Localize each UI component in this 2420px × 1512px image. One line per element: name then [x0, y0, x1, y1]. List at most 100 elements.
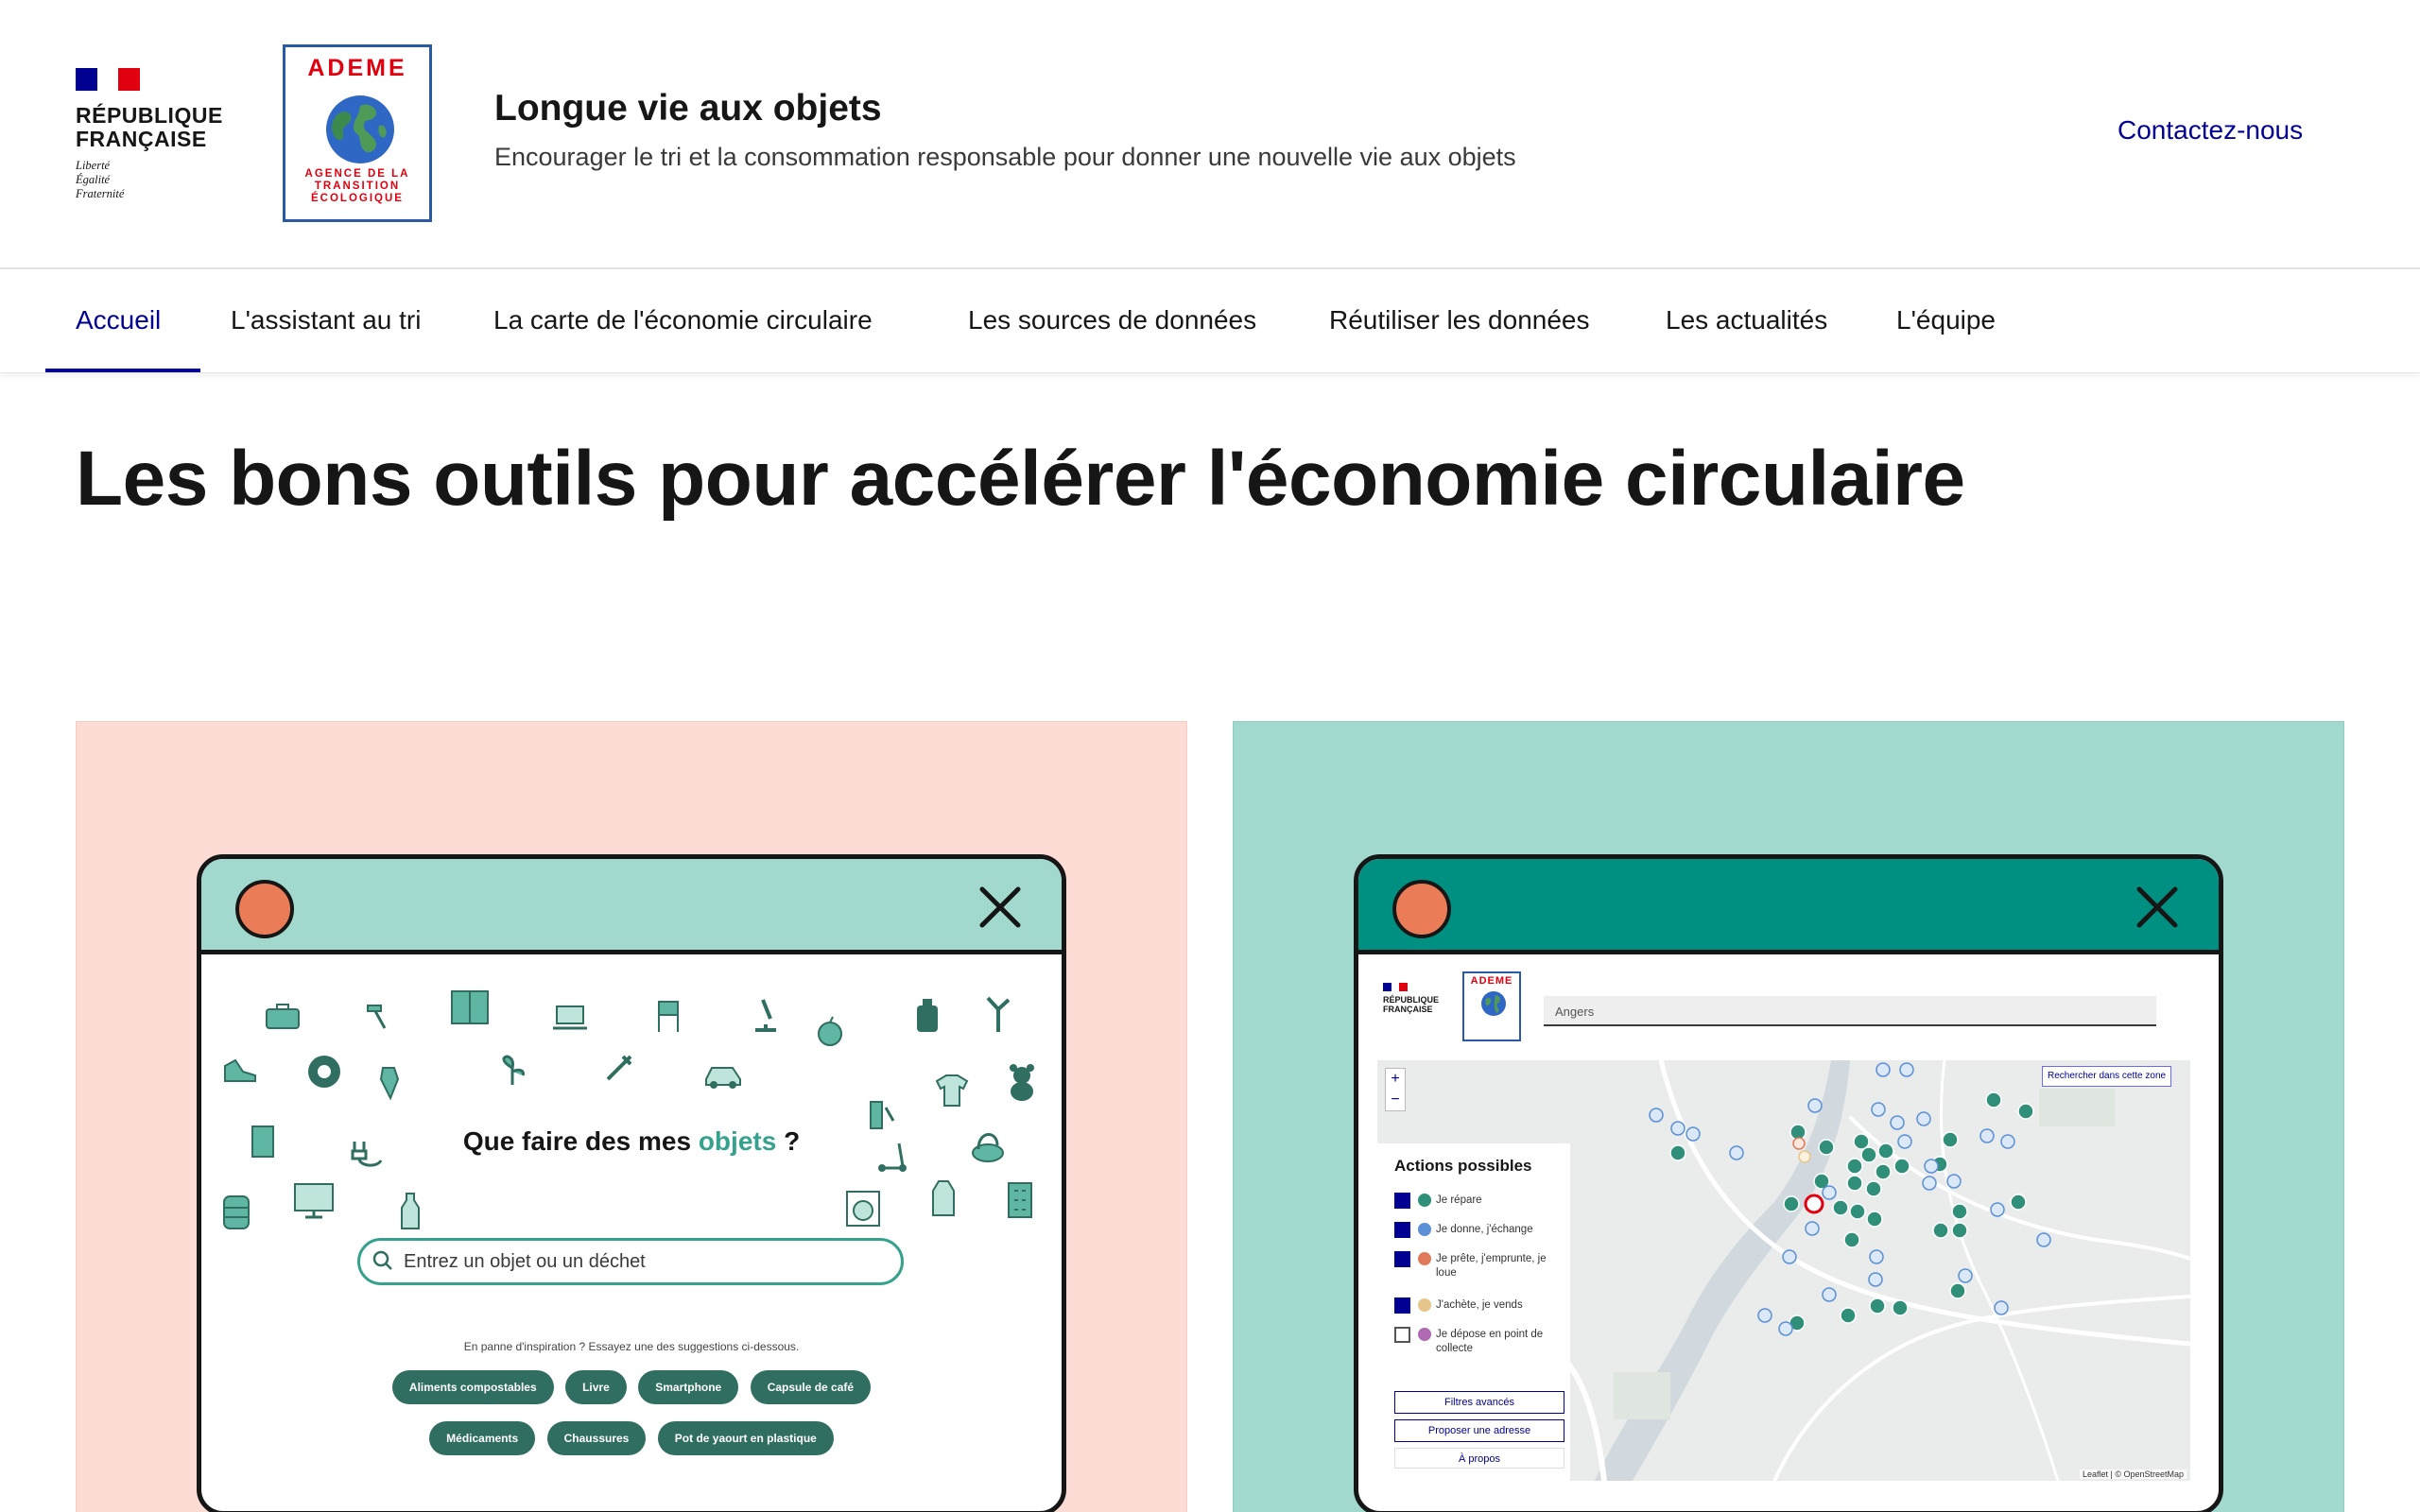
checkbox-checked-icon — [1394, 1251, 1410, 1267]
tire-icon — [308, 1056, 340, 1088]
map-zoom-control: + − — [1385, 1068, 1406, 1111]
map-attribution: Leaflet | © OpenStreetMap — [2079, 1469, 2187, 1479]
assistant-preview-body: Que faire des mes objets ? Entrez un obj… — [201, 954, 1062, 1511]
suggestions-row: Aliments compostables Livre Smartphone C… — [201, 1370, 1062, 1404]
building-icon — [1008, 1182, 1032, 1218]
apple-icon — [818, 1016, 842, 1046]
republique-motto: Liberté Égalité Fraternité — [76, 159, 125, 200]
chair-icon — [658, 1001, 679, 1032]
bottle-icon — [379, 1067, 400, 1101]
assistant-preview-heading: Que faire des mes objets ? — [462, 1126, 801, 1156]
site-tagline: Encourager le tri et la consommation res… — [494, 143, 1516, 171]
wardrobe-icon — [451, 990, 489, 1024]
suggestion-chip: Pot de yaourt en plastique — [657, 1421, 834, 1455]
site-header: RÉPUBLIQUE FRANÇAISE Liberté Égalité Fra… — [0, 0, 2420, 269]
about-link: À propos — [1394, 1448, 1564, 1469]
search-placeholder: Entrez un objet ou un déchet — [404, 1251, 646, 1272]
checkbox-unchecked-icon — [1394, 1327, 1410, 1343]
assistant-card[interactable]: Que faire des mes objets ? Entrez un obj… — [76, 721, 1187, 1512]
ademe-logo[interactable]: ADEME AGENCE DE LA TRANSITION ÉCOLOGIQUE — [283, 44, 432, 222]
washing-machine-icon — [846, 1191, 880, 1227]
repair-icon — [1418, 1194, 1431, 1207]
car-icon — [705, 1067, 741, 1089]
shirt-icon — [935, 1074, 969, 1107]
suggestions-hint: En panne d'inspiration ? Essayez une des… — [463, 1340, 800, 1353]
map-card[interactable]: RÉPUBLIQUE FRANÇAISE ADEME Angers + − Re… — [1233, 721, 2344, 1512]
window-dot-icon — [1392, 880, 1451, 938]
suggestion-chip: Livre — [565, 1370, 627, 1404]
window-title-bar — [1358, 859, 2219, 954]
suggestions-row: Médicaments Chaussures Pot de yaourt en … — [201, 1421, 1062, 1455]
milk-carton-icon — [932, 1180, 955, 1216]
assistant-preview-search: Entrez un objet ou un déchet — [357, 1238, 904, 1285]
suggestion-chip: Capsule de café — [750, 1370, 872, 1404]
french-flag-icon — [1383, 983, 1409, 991]
actions-panel: Actions possibles Je répare Je donne, j'… — [1377, 1143, 1570, 1481]
advanced-filters-button: Filtres avancés — [1394, 1391, 1564, 1414]
teddy-bear-icon — [1010, 1064, 1034, 1101]
microscope-icon — [755, 999, 776, 1032]
bag-icon — [266, 1004, 300, 1029]
leek-icon — [986, 996, 1011, 1032]
french-flag-icon — [76, 68, 141, 91]
map-search-field: Angers — [1544, 996, 2156, 1026]
search-this-area-button: Rechercher dans cette zone — [2042, 1066, 2172, 1087]
buy-sell-icon — [1418, 1298, 1431, 1312]
mini-ademe-logo: ADEME — [1462, 971, 1521, 1041]
actions-title: Actions possibles — [1394, 1157, 1532, 1175]
window-title-bar — [201, 859, 1062, 954]
nav-item-reutiliser[interactable]: Réutiliser les données — [1329, 269, 1590, 373]
propose-address-button: Proposer une adresse — [1394, 1419, 1564, 1442]
page-title: Les bons outils pour accélérer l'économi… — [76, 436, 1965, 522]
barrel-icon — [223, 1195, 250, 1229]
suggestion-chip: Médicaments — [429, 1421, 536, 1455]
republique-francaise-logo[interactable]: RÉPUBLIQUE FRANÇAISE Liberté Égalité Fra… — [76, 68, 223, 201]
syringe-icon — [606, 1055, 632, 1081]
map-preview-window: RÉPUBLIQUE FRANÇAISE ADEME Angers + − Re… — [1354, 854, 2223, 1512]
lend-icon — [1418, 1252, 1431, 1265]
close-icon — [2136, 886, 2178, 928]
checkbox-checked-icon — [1394, 1222, 1410, 1238]
ademe-wordmark: ADEME — [307, 55, 407, 81]
mini-republique-logo: RÉPUBLIQUE FRANÇAISE — [1383, 983, 1439, 1014]
close-icon — [979, 886, 1021, 928]
globe-icon — [1481, 991, 1506, 1016]
map-view: + − Rechercher dans cette zone Actions po… — [1377, 1060, 2190, 1481]
mini-ademe-wordmark: ADEME — [1470, 975, 1513, 987]
contact-link[interactable]: Contactez-nous — [2118, 115, 2303, 146]
main-navigation: Accueil L'assistant au tri La carte de l… — [0, 269, 2420, 373]
bottle-detergent-icon — [917, 999, 938, 1032]
shoe-icon — [224, 1058, 256, 1082]
active-tab-indicator — [45, 369, 200, 372]
republique-name: RÉPUBLIQUE FRANÇAISE — [76, 103, 223, 151]
mini-republique-name: RÉPUBLIQUE FRANÇAISE — [1383, 995, 1440, 1014]
assistant-preview-window: Que faire des mes objets ? Entrez un obj… — [197, 854, 1066, 1512]
laptop-icon — [553, 1005, 587, 1030]
suggestion-chip: Chaussures — [546, 1421, 647, 1455]
checkbox-checked-icon — [1394, 1193, 1410, 1209]
nav-item-actualites[interactable]: Les actualités — [1666, 269, 1827, 373]
zoom-in-button: + — [1391, 1071, 1400, 1087]
hammer-icon — [367, 1005, 387, 1029]
collect-point-icon — [1418, 1328, 1431, 1341]
battery-icon — [870, 1101, 895, 1129]
search-icon — [372, 1250, 392, 1270]
suggestion-chip: Aliments compostables — [391, 1370, 554, 1404]
nav-item-accueil[interactable]: Accueil — [76, 269, 161, 373]
checkbox-checked-icon — [1394, 1297, 1410, 1314]
water-bottle-icon — [401, 1193, 420, 1229]
suggestion-chip: Smartphone — [638, 1370, 739, 1404]
give-icon — [1418, 1223, 1431, 1236]
site-title[interactable]: Longue vie aux objets — [494, 88, 882, 129]
nav-item-assistant-tri[interactable]: L'assistant au tri — [231, 269, 421, 373]
nav-item-equipe[interactable]: L'équipe — [1896, 269, 1996, 373]
globe-icon — [326, 95, 394, 163]
nav-item-carte[interactable]: La carte de l'économie circulaire — [493, 269, 873, 373]
map-search-value: Angers — [1555, 1005, 1595, 1019]
zoom-out-button: − — [1391, 1091, 1400, 1108]
plant-icon — [502, 1055, 525, 1085]
map-preview-body: RÉPUBLIQUE FRANÇAISE ADEME Angers + − Re… — [1358, 954, 2219, 1511]
monitor-icon — [294, 1183, 334, 1219]
window-dot-icon — [235, 880, 294, 938]
nav-item-sources[interactable]: Les sources de données — [968, 269, 1256, 373]
